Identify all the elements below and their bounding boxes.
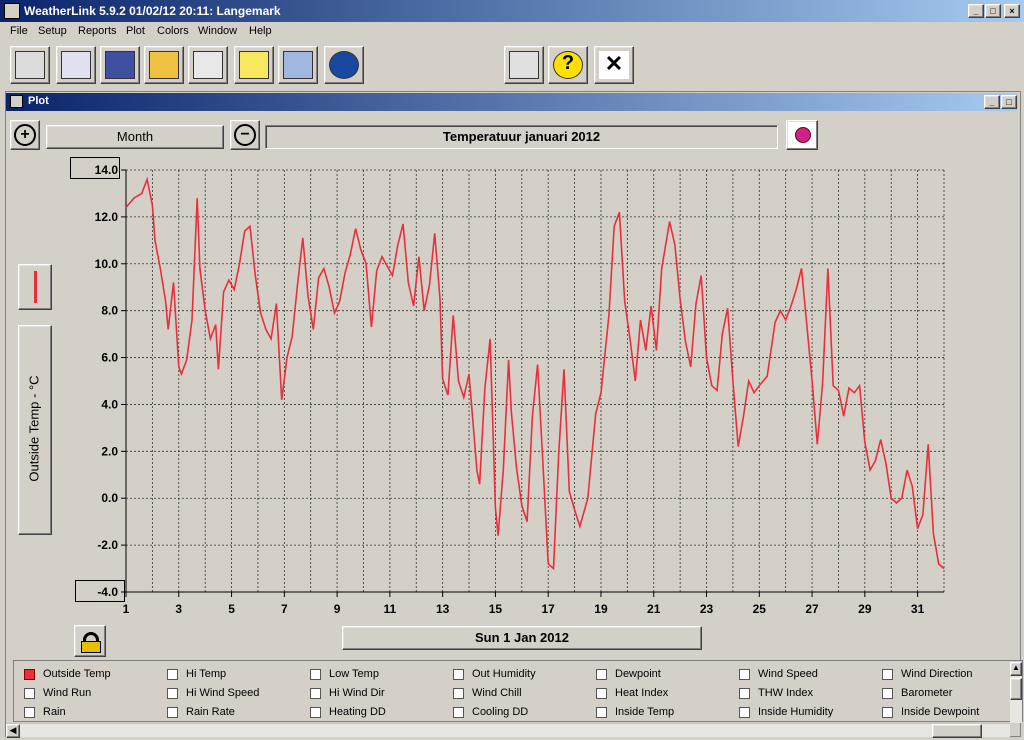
y-tick-label: 8.0 <box>101 304 118 318</box>
vertical-scrollbar[interactable]: ▲ <box>1010 662 1022 723</box>
x-tick-label: 15 <box>489 602 503 616</box>
x-tick-label: 31 <box>911 602 925 616</box>
y-tick-label: 2.0 <box>101 444 118 458</box>
x-tick-label: 11 <box>384 602 397 616</box>
x-tick-label: 19 <box>594 602 608 616</box>
legend-label: Dewpoint <box>615 668 661 680</box>
legend-checkbox[interactable] <box>453 668 464 680</box>
temperature-series-line <box>125 176 945 571</box>
x-tick-label: 3 <box>175 602 182 616</box>
legend-checkbox[interactable] <box>24 687 35 699</box>
y-tick-label: 12.0 <box>95 210 119 224</box>
legend-label: Inside Temp <box>615 706 675 718</box>
legend-label: Heating DD <box>329 706 386 718</box>
legend-item-outside-temp[interactable]: Outside Temp <box>24 668 111 680</box>
legend-checkbox[interactable] <box>24 668 35 680</box>
legend-checkbox[interactable] <box>167 687 178 699</box>
legend-label: Hi Wind Dir <box>329 687 385 699</box>
legend-label: Outside Temp <box>43 668 111 680</box>
legend-item-hi-wind-speed[interactable]: Hi Wind Speed <box>167 687 259 699</box>
legend-label: Hi Wind Speed <box>186 687 260 699</box>
legend-label: THW Index <box>758 687 814 699</box>
legend-label: Rain Rate <box>186 706 235 718</box>
legend-item-low-temp[interactable]: Low Temp <box>310 668 379 680</box>
legend-checkbox[interactable] <box>596 687 607 699</box>
legend-item-hi-wind-dir[interactable]: Hi Wind Dir <box>310 687 385 699</box>
legend-item-rain-rate[interactable]: Rain Rate <box>167 706 235 718</box>
legend-checkbox[interactable] <box>882 706 893 718</box>
x-tick-label: 29 <box>858 602 872 616</box>
y-tick-label: 10.0 <box>95 257 119 271</box>
legend-label: Barometer <box>901 687 953 699</box>
start-date-button[interactable]: Sun 1 Jan 2012 <box>342 626 702 650</box>
horizontal-scrollbar[interactable]: ◀ <box>6 723 1010 738</box>
legend-label: Low Temp <box>329 668 379 680</box>
legend-checkbox[interactable] <box>24 706 35 718</box>
y-tick-label: 4.0 <box>101 397 118 411</box>
y-tick-label: 6.0 <box>101 351 118 365</box>
x-tick-label: 5 <box>228 602 235 616</box>
legend-checkbox[interactable] <box>310 687 321 699</box>
y-tick-label: -4.0 <box>97 585 118 599</box>
x-tick-label: 27 <box>805 602 819 616</box>
legend-checkbox[interactable] <box>167 706 178 718</box>
legend-label: Cooling DD <box>472 706 529 718</box>
x-tick-label: 17 <box>542 602 556 616</box>
legend-item-inside-dewpoint[interactable]: Inside Dewpoint <box>882 706 979 718</box>
temperature-chart[interactable]: 14.012.010.08.06.04.02.00.0-2.0-4.01 3 5 7 9… <box>0 0 1024 620</box>
legend-item-inside-temp[interactable]: Inside Temp <box>596 706 674 718</box>
legend-item-hi-temp[interactable]: Hi Temp <box>167 668 226 680</box>
x-tick-label: 13 <box>436 602 450 616</box>
legend-item-dewpoint[interactable]: Dewpoint <box>596 668 661 680</box>
legend-label: Wind Run <box>43 687 92 699</box>
legend-label: Out Humidity <box>472 668 536 680</box>
legend-label: Inside Dewpoint <box>901 706 980 718</box>
legend-checkbox[interactable] <box>167 668 178 680</box>
legend-item-cooling-dd[interactable]: Cooling DD <box>453 706 528 718</box>
legend-label: Rain <box>43 706 66 718</box>
x-tick-label: 25 <box>753 602 767 616</box>
y-tick-label: 0.0 <box>101 491 118 505</box>
legend-checkbox[interactable] <box>310 706 321 718</box>
x-tick-label: 21 <box>647 602 661 616</box>
legend-item-wind-direction[interactable]: Wind Direction <box>882 668 973 680</box>
legend-checkbox[interactable] <box>596 706 607 718</box>
legend-item-out-humidity[interactable]: Out Humidity <box>453 668 536 680</box>
legend-checkbox[interactable] <box>739 706 750 718</box>
legend-label: Heat Index <box>615 687 669 699</box>
legend-label: Wind Direction <box>901 668 973 680</box>
legend-label: Wind Speed <box>758 668 818 680</box>
legend-checkbox[interactable] <box>882 687 893 699</box>
legend-checkbox[interactable] <box>310 668 321 680</box>
legend-checkbox[interactable] <box>453 706 464 718</box>
x-tick-label: 7 <box>281 602 288 616</box>
x-tick-label: 1 <box>123 602 130 616</box>
legend-item-wind-chill[interactable]: Wind Chill <box>453 687 522 699</box>
legend-label: Inside Humidity <box>758 706 834 718</box>
legend-item-wind-run[interactable]: Wind Run <box>24 687 91 699</box>
legend-label: Wind Chill <box>472 687 522 699</box>
legend-checkbox[interactable] <box>739 668 750 680</box>
legend-item-heating-dd[interactable]: Heating DD <box>310 706 386 718</box>
legend-label: Hi Temp <box>186 668 227 680</box>
x-tick-label: 23 <box>700 602 714 616</box>
legend-item-barometer[interactable]: Barometer <box>882 687 952 699</box>
legend-item-heat-index[interactable]: Heat Index <box>596 687 668 699</box>
y-tick-label: -2.0 <box>97 538 118 552</box>
legend-checkbox[interactable] <box>453 687 464 699</box>
legend-item-inside-humidity[interactable]: Inside Humidity <box>739 706 833 718</box>
legend-item-rain[interactable]: Rain <box>24 706 66 718</box>
x-tick-label: 9 <box>334 602 341 616</box>
legend-item-thw-index[interactable]: THW Index <box>739 687 813 699</box>
series-legend: Outside Temp Hi Temp Low Temp Out Humidity D… <box>13 660 1023 722</box>
legend-checkbox[interactable] <box>739 687 750 699</box>
legend-checkbox[interactable] <box>882 668 893 680</box>
y-tick-label: 14.0 <box>95 163 119 177</box>
legend-checkbox[interactable] <box>596 668 607 680</box>
scale-lock-button[interactable] <box>74 625 106 657</box>
legend-item-wind-speed[interactable]: Wind Speed <box>739 668 818 680</box>
